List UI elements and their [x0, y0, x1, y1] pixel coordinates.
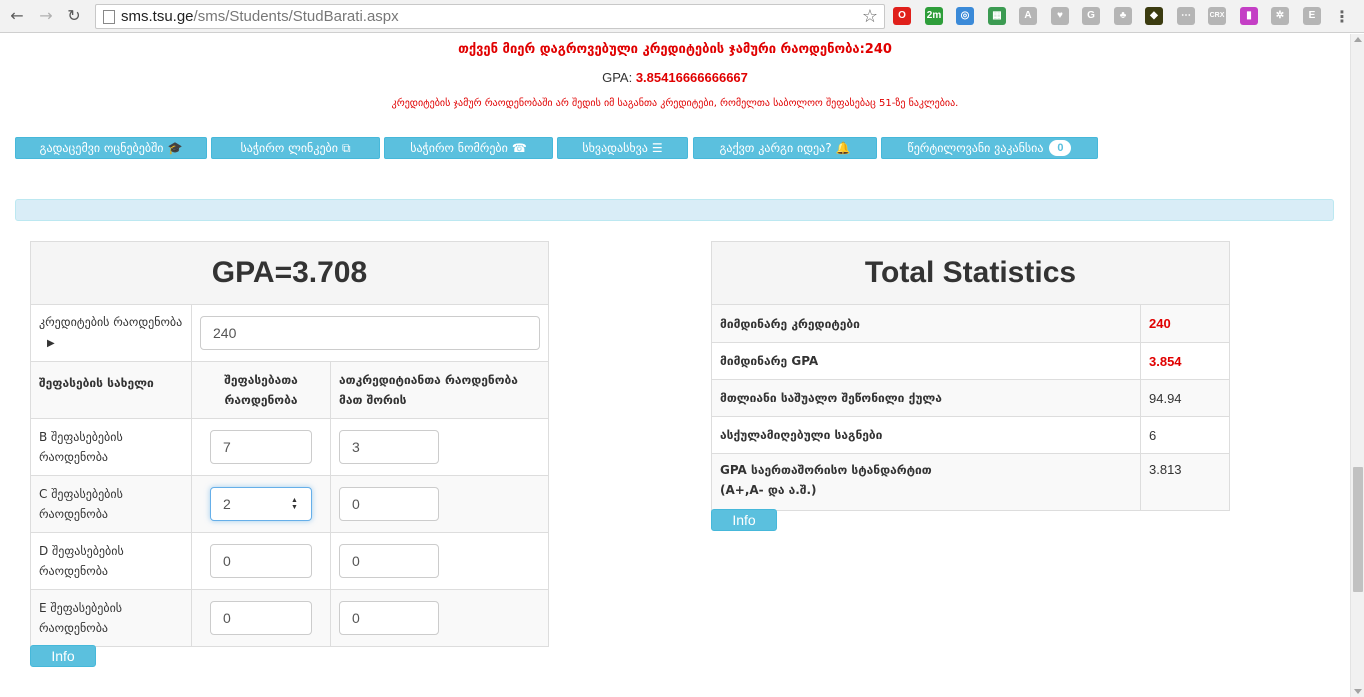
bookmark-star-icon[interactable]: ☆ — [862, 6, 878, 27]
pattern-icon[interactable]: ♥ — [1051, 7, 1069, 25]
g-icon[interactable]: G — [1082, 7, 1100, 25]
scroll-up-icon[interactable] — [1354, 37, 1362, 42]
credits-input-cell: 240 — [191, 304, 549, 362]
table-row: ასქულამიღებული საგნები 6 — [711, 416, 1230, 454]
grade-b-label: B შეფასებების რაოდენობა — [30, 418, 192, 476]
scrollbar-thumb[interactable] — [1353, 467, 1363, 592]
useful-numbers-button[interactable]: საჭირო ნომრები ☎ — [384, 137, 553, 159]
crx-icon[interactable]: CRX — [1208, 7, 1226, 25]
credits-total-text: თქვენ მიერ დაგროვებული კრედიტების ჯამური… — [458, 42, 892, 57]
bell-icon: 🔔 — [835, 141, 851, 155]
grade-b-count-input[interactable]: 7 — [210, 430, 312, 464]
credits-label: კრედიტების რაოდენობა — [39, 315, 183, 329]
vertical-scrollbar[interactable] — [1350, 34, 1364, 697]
total-statistics-table: Total Statistics მიმდინარე კრედიტები 240… — [711, 241, 1230, 511]
grade-e-label: E შეფასებების რაოდენობა — [30, 589, 192, 647]
scroll-down-icon[interactable] — [1354, 689, 1362, 694]
table-row: მთლიანი საშუალო შეწონილი ქულა 94.94 — [711, 379, 1230, 417]
page-content: თქვენ მიერ დაგროვებული კრედიტების ჯამური… — [0, 34, 1350, 697]
grade-d-count-input[interactable]: 0 — [210, 544, 312, 578]
url-text: sms.tsu.ge/sms/Students/StudBarati.aspx — [121, 8, 399, 25]
hundred-point-subjects-value: 6 — [1140, 416, 1230, 454]
grade-e-ten-input[interactable]: 0 — [339, 601, 439, 635]
intl-gpa-label-line2: (A+,A- და ა.შ.) — [720, 483, 817, 497]
current-credits-label: მიმდინარე კრედიტები — [711, 304, 1141, 343]
misc-button[interactable]: სხვადასხვა ☰ — [557, 137, 688, 159]
table-row: C შეფასებების რაოდენობა 2 ▲ ▼ 0 — [30, 475, 549, 533]
address-bar[interactable]: sms.tsu.ge/sms/Students/StudBarati.aspx … — [95, 4, 885, 29]
credits-input[interactable]: 240 — [200, 316, 540, 350]
table-row: D შეფასებების რაოდენობა 0 0 — [30, 532, 549, 590]
col-grade-name: შეფასების სახელი — [30, 361, 192, 419]
forward-arrow-icon[interactable]: → — [35, 5, 57, 27]
grade-c-ten-input[interactable]: 0 — [339, 487, 439, 521]
dots-icon[interactable]: ⋯ — [1177, 7, 1195, 25]
current-credits-value: 240 — [1140, 304, 1230, 343]
intl-gpa-value: 3.813 — [1140, 453, 1230, 511]
opera-icon[interactable]: O — [893, 7, 911, 25]
table-row: მიმდინარე კრედიტები 240 — [711, 304, 1230, 343]
blue-circle-icon[interactable]: ◎ — [956, 7, 974, 25]
useful-links-button[interactable]: საჭირო ლინკები ⧉ — [211, 137, 380, 159]
col-grade-count: შეფასებათა რაოდენობა — [191, 361, 331, 419]
chrome-menu-icon[interactable]: ⋮ — [1334, 7, 1350, 26]
vacancies-badge: 0 — [1049, 140, 1072, 156]
browser-toolbar: ← → ↻ sms.tsu.ge/sms/Students/StudBarati… — [0, 0, 1364, 33]
calculator-title: GPA=3.708 — [30, 241, 549, 305]
grade-d-label: D შეფასებების რაოდენობა — [30, 532, 192, 590]
color-icon[interactable]: ▮ — [1240, 7, 1258, 25]
gpa-calculator-table: GPA=3.708 კრედიტების რაოდენობა ▶ 240 შეფ… — [30, 241, 549, 647]
graduation-cap-icon: 🎓 — [167, 141, 183, 155]
good-idea-button[interactable]: გაქვთ კარგი იდეა? 🔔 — [693, 137, 877, 159]
table-row: GPA საერთაშორისო სტანდარტით (A+,A- და ა.… — [711, 453, 1230, 511]
table-row: E შეფასებების რაოდენობა 0 0 — [30, 589, 549, 647]
sheet-icon[interactable]: ▦ — [988, 7, 1006, 25]
external-link-icon: ⧉ — [341, 141, 351, 155]
col-ten-credit-count: ათკრედიტიანთა რაოდენობა მათ შორის — [330, 361, 549, 419]
play-arrow-icon: ▶ — [47, 338, 55, 349]
current-gpa-value: 3.854 — [1140, 342, 1230, 380]
weighted-average-label: მთლიანი საშუალო შეწონილი ქულა — [711, 379, 1141, 417]
2m-icon[interactable]: 2m — [925, 7, 943, 25]
list-icon: ☰ — [651, 141, 663, 155]
transfer-exams-button[interactable]: გადაცემვი ოცნებებში 🎓 — [15, 137, 207, 159]
gpa-value: 3.85416666666667 — [635, 70, 748, 85]
grade-d-ten-input[interactable]: 0 — [339, 544, 439, 578]
credits-note: კრედიტების ჯამურ რაოდენობაში არ შედის იმ… — [391, 98, 959, 109]
grade-c-label: C შეფასებების რაოდენობა — [30, 475, 192, 533]
grade-c-count-value: 2 — [223, 496, 231, 512]
table-row: მიმდინარე GPA 3.854 — [711, 342, 1230, 380]
current-gpa-label: მიმდინარე GPA — [711, 342, 1141, 380]
react-icon[interactable]: ✲ — [1271, 7, 1289, 25]
gpa-label: GPA: — [602, 70, 633, 85]
e-icon[interactable]: E — [1303, 7, 1321, 25]
hundred-point-subjects-label: ასქულამიღებული საგნები — [711, 416, 1141, 454]
vacancies-button[interactable]: წერტილოვანი ვაკანსია 0 — [881, 137, 1098, 159]
grade-e-count-input[interactable]: 0 — [210, 601, 312, 635]
info-alert-bar — [15, 199, 1334, 221]
table-row: B შეფასებების რაოდენობა 7 3 — [30, 418, 549, 476]
gpa-summary: GPA: 3.85416666666667 — [0, 70, 1350, 85]
weighted-average-value: 94.94 — [1140, 379, 1230, 417]
calculator-info-button[interactable]: Info — [30, 645, 96, 667]
stats-title: Total Statistics — [711, 241, 1230, 305]
reload-icon[interactable]: ↻ — [63, 5, 85, 27]
credits-label-cell: კრედიტების რაოდენობა ▶ — [30, 304, 192, 362]
back-arrow-icon[interactable]: ← — [6, 5, 28, 27]
grade-b-ten-input[interactable]: 3 — [339, 430, 439, 464]
page-icon — [103, 10, 115, 24]
grade-c-count-input[interactable]: 2 ▲ ▼ — [210, 487, 312, 521]
angular-icon[interactable]: A — [1019, 7, 1037, 25]
intl-gpa-label-line1: GPA საერთაშორისო სტანდარტით — [720, 463, 932, 477]
dark-icon[interactable]: ◆ — [1145, 7, 1163, 25]
stats-info-button[interactable]: Info — [711, 509, 777, 531]
phone-icon: ☎ — [511, 141, 527, 155]
network-icon[interactable]: ♣ — [1114, 7, 1132, 25]
intl-gpa-label: GPA საერთაშორისო სტანდარტით (A+,A- და ა.… — [711, 453, 1141, 511]
spinner-icon[interactable]: ▲ ▼ — [291, 497, 299, 511]
